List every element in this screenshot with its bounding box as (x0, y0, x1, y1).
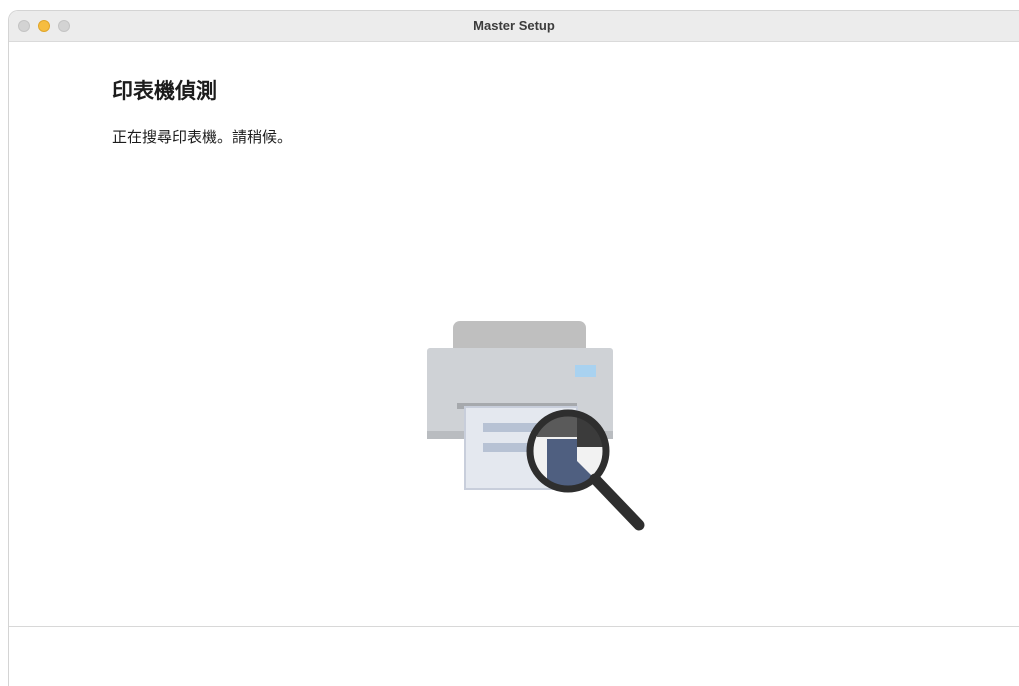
printer-search-icon (427, 321, 645, 531)
status-message: 正在搜尋印表機。請稍候。 (112, 128, 293, 146)
printer-search-illustration (417, 311, 657, 536)
title-bar[interactable]: Master Setup (9, 11, 1019, 42)
page-heading: 印表機偵測 (112, 79, 217, 103)
footer-divider (9, 626, 1019, 627)
app-window: Master Setup 印表機偵測 正在搜尋印表機。請稍候。 (8, 10, 1019, 686)
window-title: Master Setup (473, 18, 555, 33)
